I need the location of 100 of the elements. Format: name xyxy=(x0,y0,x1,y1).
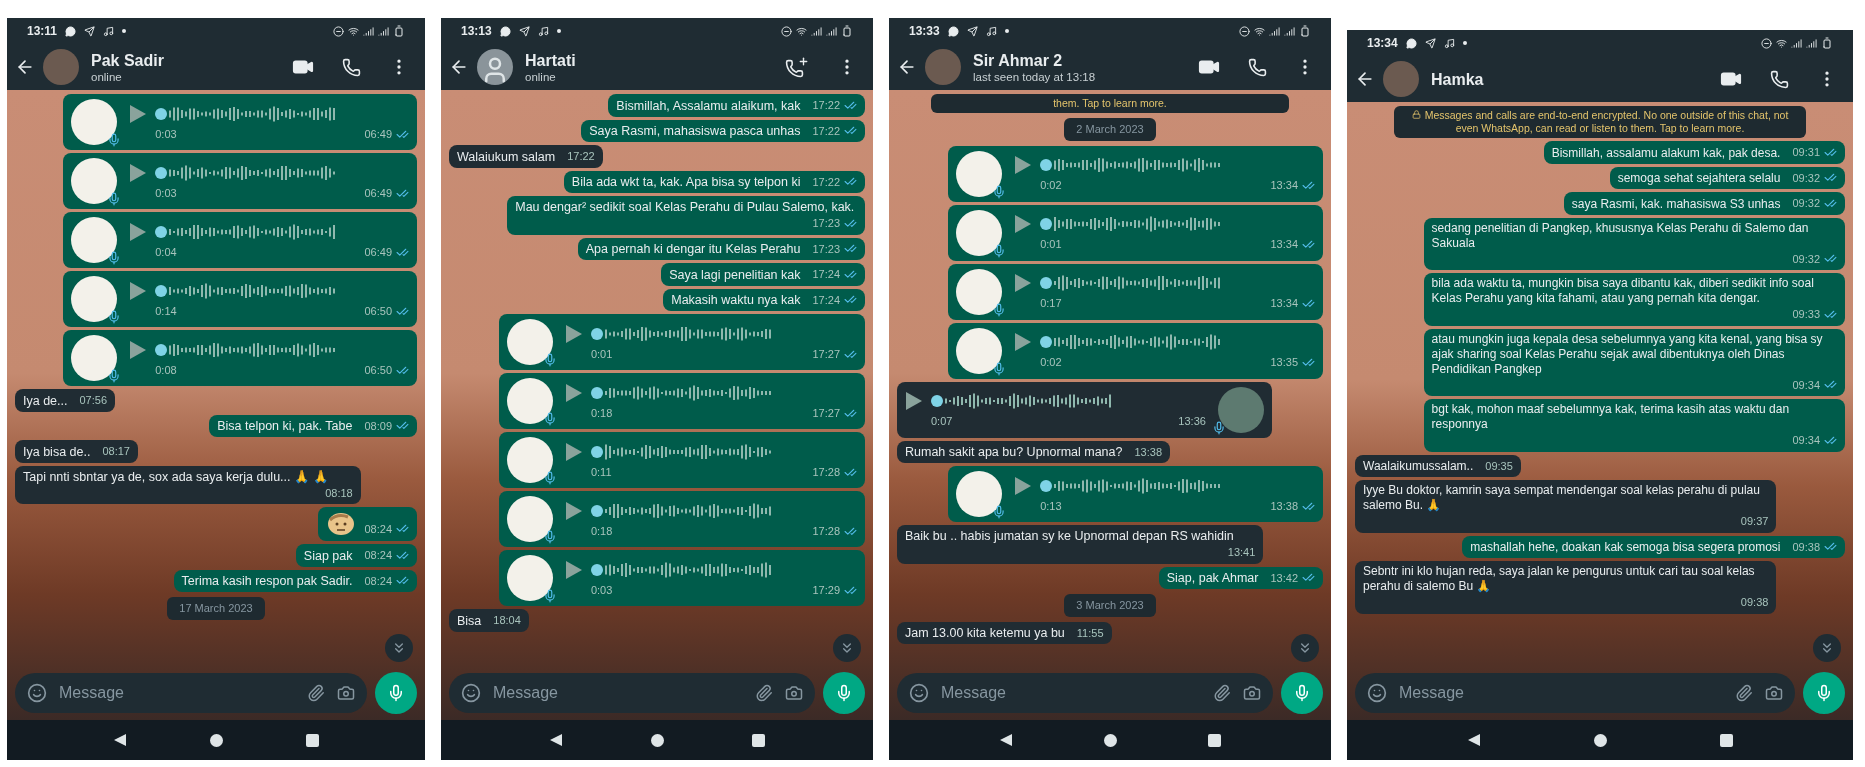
message-time: 17:22 xyxy=(567,149,595,164)
message-text: Baik bu .. habis jumatan sy ke Upnormal depan RS wahidin xyxy=(905,528,1234,544)
mic-icon xyxy=(992,361,1007,376)
call-icon[interactable] xyxy=(1770,69,1789,89)
battery-icon xyxy=(1821,37,1833,49)
message-time: 06:49 xyxy=(364,185,392,201)
play-icon[interactable] xyxy=(564,559,583,580)
play-icon[interactable] xyxy=(129,339,148,360)
mic-button[interactable] xyxy=(375,672,417,714)
mic-icon xyxy=(992,505,1007,519)
recents-square-icon[interactable] xyxy=(752,733,765,747)
play-icon[interactable] xyxy=(905,391,923,412)
date-chip: 2 March 2023 xyxy=(1064,118,1156,141)
contact-name[interactable]: Pak Sadir xyxy=(91,50,284,70)
play-icon[interactable] xyxy=(1014,475,1033,496)
back-triangle-icon[interactable] xyxy=(998,733,1013,747)
back-triangle-icon[interactable] xyxy=(549,733,563,747)
message-text: Iyye Bu doktor, kamrin saya sempat mendengar soal kelas perahu di pulau salemo Bu. 🙏 xyxy=(1363,483,1761,513)
play-icon[interactable] xyxy=(1014,155,1033,176)
emoji-icon[interactable] xyxy=(461,683,481,703)
voice-duration: 0:02 xyxy=(1040,355,1062,371)
recents-square-icon[interactable] xyxy=(306,733,320,747)
back-triangle-icon[interactable] xyxy=(1467,733,1482,747)
mic-icon xyxy=(992,184,1007,199)
message-text: saya Rasmi, kak. mahasiswa S3 unhas xyxy=(1571,196,1781,212)
emoji-icon[interactable] xyxy=(909,683,929,703)
camera-icon[interactable] xyxy=(337,684,355,702)
mic-icon xyxy=(542,589,557,603)
mic-button[interactable] xyxy=(1281,672,1323,714)
attach-icon[interactable] xyxy=(755,684,773,702)
play-icon[interactable] xyxy=(129,221,148,242)
mic-icon xyxy=(1293,684,1311,702)
contact-name[interactable]: Hartati xyxy=(525,50,777,70)
back-triangle-icon[interactable] xyxy=(112,733,127,747)
message-text: Siap, pak Ahmar xyxy=(1166,570,1259,586)
contact-name[interactable]: Sir Ahmar 2 xyxy=(973,50,1190,70)
message-time: 17:28 xyxy=(812,464,840,480)
play-icon[interactable] xyxy=(564,382,583,403)
camera-icon[interactable] xyxy=(1243,684,1261,702)
send-notification-icon xyxy=(1424,37,1436,49)
play-icon[interactable] xyxy=(1014,214,1033,235)
attach-icon[interactable] xyxy=(307,684,325,702)
message-field[interactable]: Message xyxy=(897,673,1273,713)
contact-name[interactable]: Hamka xyxy=(1431,69,1712,89)
play-icon[interactable] xyxy=(129,280,148,301)
attach-icon[interactable] xyxy=(1735,684,1753,702)
wifi-icon xyxy=(796,25,807,37)
call-icon[interactable] xyxy=(342,57,361,77)
message-time: 09:34 xyxy=(1792,377,1820,393)
message-input-field[interactable]: Message xyxy=(493,681,743,705)
mic-icon xyxy=(1815,684,1833,702)
emoji-icon[interactable] xyxy=(1367,683,1387,703)
message-field[interactable]: Message xyxy=(1355,673,1795,713)
camera-icon[interactable] xyxy=(785,684,803,702)
message-time: 09:32 xyxy=(1792,170,1820,186)
add-call-icon[interactable] xyxy=(785,56,809,78)
recents-square-icon[interactable] xyxy=(1719,733,1733,747)
message-time: 09:38 xyxy=(1740,595,1769,610)
voice-duration: 0:04 xyxy=(155,244,177,260)
message-text: Waalaikumussalam.. xyxy=(1363,459,1474,474)
scroll-down-button[interactable] xyxy=(1291,634,1319,662)
message-field[interactable]: Message xyxy=(449,673,815,713)
voice-duration: 0:17 xyxy=(1040,296,1062,312)
mic-button[interactable] xyxy=(1803,672,1845,714)
scroll-down-button[interactable] xyxy=(833,634,861,662)
do-not-disturb-icon xyxy=(333,25,344,37)
play-icon[interactable] xyxy=(564,323,583,344)
avatar-silhouette-icon[interactable] xyxy=(477,49,513,85)
do-not-disturb-icon xyxy=(1239,25,1250,37)
mic-icon xyxy=(1211,420,1226,435)
voice-duration: 0:08 xyxy=(155,362,177,378)
message-input-field[interactable]: Message xyxy=(941,681,1201,705)
play-icon[interactable] xyxy=(129,162,148,183)
message-text: Saya Rasmi, mahasiswa pasca unhas xyxy=(589,123,801,139)
status-time: 13:34 xyxy=(1367,35,1398,52)
message-field[interactable]: Message xyxy=(15,673,367,713)
message-input-field[interactable]: Message xyxy=(59,681,295,705)
message-input-field[interactable]: Message xyxy=(1399,681,1723,705)
message-text: Iya bisa de.. xyxy=(23,443,91,460)
play-icon[interactable] xyxy=(129,103,148,124)
mic-button[interactable] xyxy=(823,672,865,714)
send-notification-icon xyxy=(966,25,978,37)
message-time: 06:49 xyxy=(364,244,392,260)
attach-icon[interactable] xyxy=(1213,684,1231,702)
call-icon[interactable] xyxy=(1248,57,1267,77)
recents-square-icon[interactable] xyxy=(1208,733,1222,747)
scroll-down-button[interactable] xyxy=(385,634,413,662)
camera-icon[interactable] xyxy=(1765,684,1783,702)
message-time: 17:24 xyxy=(812,267,840,282)
scroll-down-button[interactable] xyxy=(1813,634,1841,662)
play-icon[interactable] xyxy=(1014,332,1033,353)
emoji-icon[interactable] xyxy=(27,683,47,703)
battery-icon xyxy=(393,25,405,37)
play-icon[interactable] xyxy=(1014,273,1033,294)
message-time: 09:33 xyxy=(1792,307,1820,322)
message-time: 17:27 xyxy=(812,346,840,362)
play-icon[interactable] xyxy=(564,441,583,462)
play-icon[interactable] xyxy=(564,500,583,521)
chat-notification-icon xyxy=(499,25,511,37)
message-time: 06:49 xyxy=(364,126,392,142)
